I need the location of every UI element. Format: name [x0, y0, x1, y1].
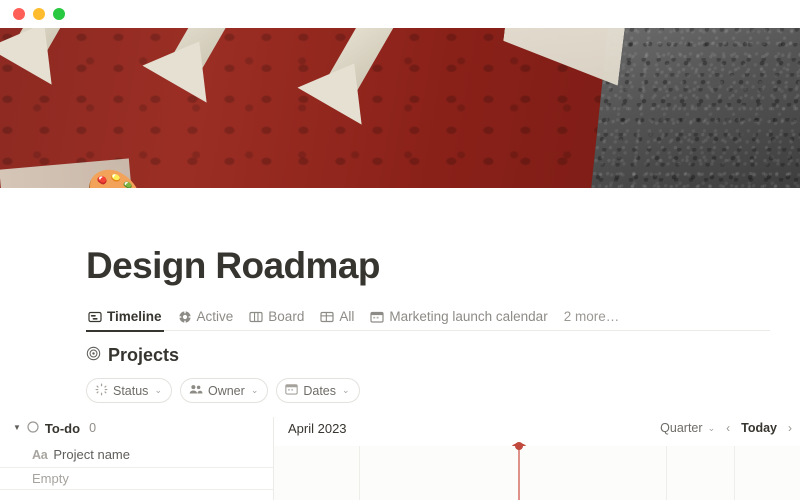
target-icon — [86, 345, 101, 366]
status-icon — [95, 383, 108, 399]
chevron-down-icon: ⌄ — [707, 422, 716, 433]
calendar-icon — [370, 310, 384, 324]
tabs-more-button[interactable]: 2 more… — [564, 309, 620, 324]
filter-bar: Status ⌄ Owner ⌄ Dates ⌄ — [86, 378, 770, 403]
collection-title: Projects — [108, 345, 180, 365]
timeline-today-line — [515, 442, 523, 500]
page-title[interactable]: Design Roadmap — [86, 245, 770, 287]
filter-dates-button[interactable]: Dates ⌄ — [276, 378, 360, 403]
timeline-scale-button[interactable]: Quarter ⌄ — [660, 421, 715, 435]
timeline-today-dot — [515, 442, 523, 450]
filter-status-label: Status — [113, 383, 149, 398]
cover-asphalt — [591, 28, 800, 188]
empty-state-row: Empty — [0, 468, 273, 490]
timeline-gridline — [359, 446, 360, 500]
timeline-controls: Quarter ⌄ ‹ Today › — [660, 417, 792, 439]
group-count: 0 — [89, 421, 97, 435]
tab-active[interactable]: Active — [177, 303, 234, 331]
active-status-icon — [177, 309, 192, 324]
timeline-today-button[interactable]: Today — [741, 421, 777, 435]
group-header-todo[interactable]: ▼ To-do 0 — [0, 417, 273, 439]
view-tabs: Timeline Active Board All Marketing laun… — [86, 303, 770, 332]
tab-marketing-label: Marketing launch calendar — [389, 309, 548, 324]
text-type-icon: Aa — [32, 447, 48, 462]
filter-dates-label: Dates — [303, 383, 337, 398]
page-body: Design Roadmap Timeline Active Board All… — [0, 245, 800, 500]
calendar-icon — [285, 383, 299, 399]
tab-all[interactable]: All — [320, 303, 354, 331]
maximize-button[interactable] — [53, 8, 65, 20]
tab-timeline[interactable]: Timeline — [86, 303, 164, 332]
chevron-down-icon: ⌄ — [250, 385, 259, 395]
page-icon-palette-icon[interactable]: 🎨 — [86, 170, 143, 188]
timeline-grid[interactable] — [274, 442, 800, 500]
column-header-label: Project name — [53, 447, 130, 462]
timeline-gridline — [734, 446, 735, 500]
group-name: To-do — [44, 420, 81, 436]
collapse-caret-icon[interactable]: ▼ — [13, 424, 21, 432]
filter-owner-label: Owner — [207, 383, 245, 398]
tab-active-label: Active — [196, 309, 234, 324]
column-header-project-name[interactable]: Aa Project name — [0, 442, 273, 468]
cover-image[interactable]: 🎨 — [0, 28, 800, 188]
traffic-lights — [13, 8, 65, 20]
circle-icon — [27, 420, 39, 436]
minimize-button[interactable] — [33, 8, 45, 20]
timeline-toolbar: April 2023 Quarter ⌄ ‹ Today › — [274, 417, 800, 439]
count-summary-row[interactable]: COUNT 0 — [0, 492, 273, 500]
chevron-down-icon: ⌄ — [154, 385, 162, 395]
timeline-icon — [88, 310, 102, 324]
collection-title-row[interactable]: Projects — [86, 345, 770, 366]
timeline-view: ▼ To-do 0 Aa Project name Empty COUNT — [0, 417, 800, 500]
filter-status-button[interactable]: Status ⌄ — [86, 378, 172, 403]
board-icon — [249, 310, 263, 324]
table-icon — [320, 310, 334, 324]
filter-owner-button[interactable]: Owner ⌄ — [179, 378, 269, 403]
chevron-down-icon: ⌄ — [342, 385, 350, 395]
timeline-gridline — [666, 446, 667, 500]
app-window: 🎨 Design Roadmap Timeline — [0, 0, 800, 500]
tab-marketing-launch-calendar[interactable]: Marketing launch calendar — [370, 303, 548, 331]
timeline-month-label: April 2023 — [288, 420, 347, 436]
timeline-canvas: April 2023 Quarter ⌄ ‹ Today › 241815172… — [274, 417, 800, 500]
tab-board-label: Board — [268, 309, 305, 324]
timeline-scale-label: Quarter — [660, 421, 703, 435]
people-icon — [189, 383, 203, 399]
timeline-prev-button[interactable]: ‹ — [726, 422, 730, 434]
close-button[interactable] — [13, 8, 25, 20]
tab-board[interactable]: Board — [249, 303, 304, 331]
window-titlebar — [0, 0, 800, 28]
timeline-sidebar: ▼ To-do 0 Aa Project name Empty COUNT — [0, 417, 274, 500]
tab-timeline-label: Timeline — [107, 309, 162, 324]
timeline-next-button[interactable]: › — [788, 422, 792, 434]
tab-all-label: All — [339, 309, 355, 324]
